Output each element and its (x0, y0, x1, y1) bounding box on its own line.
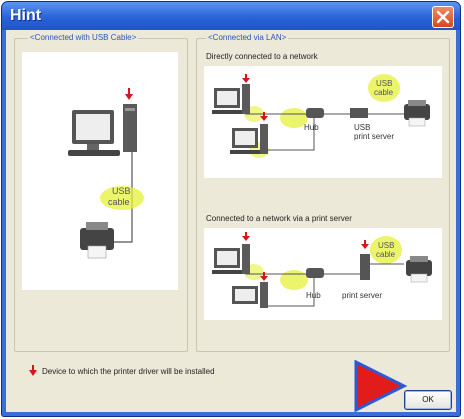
server-usb-label-2: cable (376, 250, 396, 259)
server-print-server-label: print server (342, 291, 382, 300)
usb-connection-diagram: USB cable (68, 88, 144, 259)
server-computer-1-icon (212, 244, 250, 274)
direct-caption: Directly connected to a network (206, 52, 318, 61)
ok-button[interactable]: OK (404, 390, 452, 410)
usb-group-label: <Connected with USB Cable> (28, 33, 139, 42)
server-hub-icon (306, 268, 324, 278)
server-caption: Connected to a network via a print serve… (206, 214, 352, 223)
print-server-tower-icon (360, 254, 370, 280)
usb-diagram: USB cable (22, 52, 178, 290)
hint-dialog: Hint <Connected with USB Cable> USB cabl… (2, 2, 460, 416)
computer-2-icon (230, 124, 268, 154)
usb-cable-label-2: cable (108, 197, 130, 207)
pointer-cursor-icon (354, 360, 408, 412)
print-server-network-diagram: Hub print server USB cable (212, 232, 432, 308)
server-diagram: Hub print server USB cable (204, 228, 442, 320)
print-server-label-1: USB (354, 123, 370, 132)
hub-icon (306, 108, 324, 118)
printer-icon (80, 222, 114, 259)
title-bar[interactable]: Hint (2, 2, 460, 30)
usb-label-2: cable (374, 88, 394, 97)
close-button[interactable] (432, 6, 454, 28)
server-arrow-1-icon (242, 232, 250, 241)
server-hub-label: Hub (306, 291, 321, 300)
direct-network-diagram: Hub USB print server USB cable (212, 74, 430, 158)
server-arrow-3-icon (361, 240, 369, 249)
usb-cable-label-1: USB (112, 186, 131, 196)
computer-icon (68, 104, 137, 156)
computer-1-icon (212, 84, 250, 114)
close-icon (436, 10, 450, 24)
lan-group-label: <Connected via LAN> (206, 33, 289, 42)
hub-label: Hub (304, 123, 319, 132)
legend-arrow-icon (29, 365, 37, 376)
arrow-1-icon (242, 74, 250, 83)
server-computer-2-icon (232, 282, 268, 308)
install-target-arrow-icon (125, 88, 133, 100)
dialog-title: Hint (10, 7, 42, 24)
print-server-icon (350, 108, 368, 118)
dialog-body: <Connected with USB Cable> USB cable <Co… (6, 30, 456, 412)
legend-text: Device to which the printer driver will … (42, 367, 215, 376)
server-usb-label-1: USB (378, 241, 394, 250)
lan-printer-2-icon (406, 256, 432, 283)
usb-label-1: USB (376, 79, 392, 88)
print-server-label-2: print server (354, 132, 394, 141)
direct-diagram: Hub USB print server USB cable (204, 66, 442, 178)
lan-printer-1-icon (404, 100, 430, 127)
